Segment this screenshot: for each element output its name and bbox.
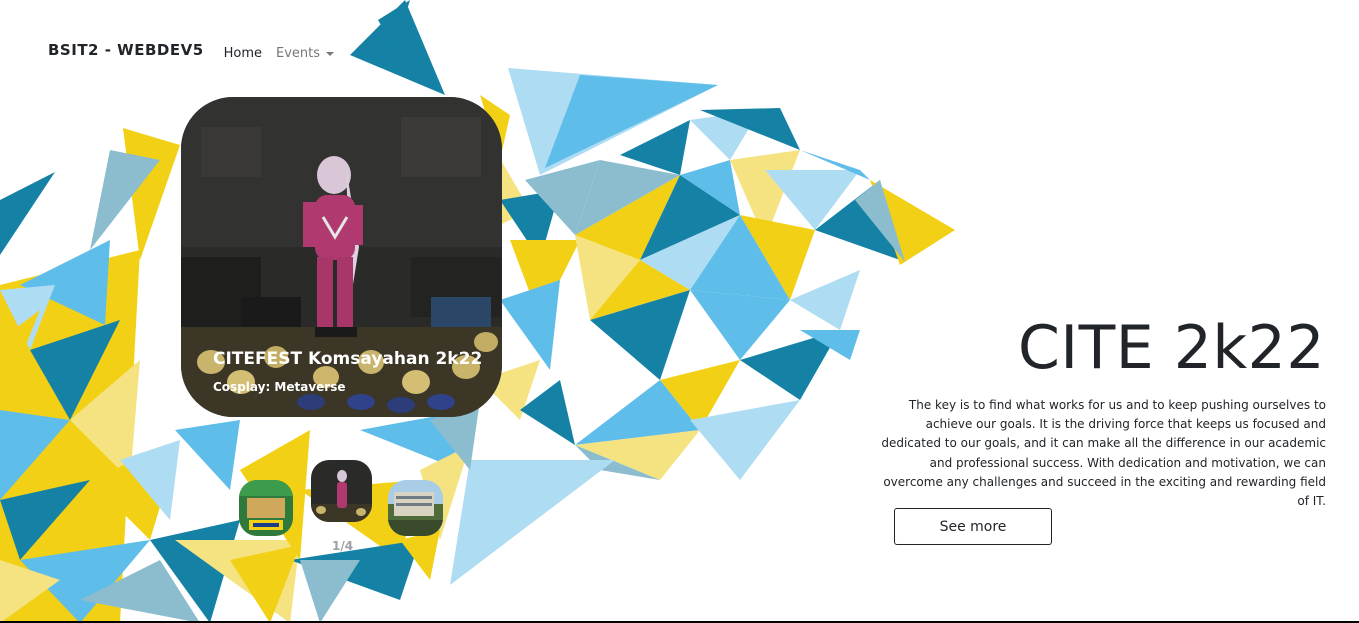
caret-down-icon (326, 51, 335, 56)
navbar-brand[interactable]: BSIT2 - WEBDEV5 (48, 41, 204, 59)
cosplay-photo (181, 97, 502, 417)
cosplay-photo-icon (311, 460, 372, 522)
carousel-active-slide[interactable]: CITEFEST Komsayahan 2k22 Cosplay: Metave… (181, 97, 502, 417)
nav-link-events[interactable]: Events (276, 46, 335, 61)
carousel-thumbnail-champions[interactable] (239, 480, 293, 536)
slide-subtitle: Cosplay: Metaverse (213, 380, 346, 394)
slide-title: CITEFEST Komsayahan 2k22 (213, 349, 483, 369)
hero-title: CITE 2k22 (1018, 313, 1325, 383)
nav-link-home[interactable]: Home (224, 46, 262, 61)
carousel-thumbnail-campus[interactable] (388, 480, 443, 536)
champions-photo-icon (239, 480, 293, 536)
carousel-counter: 1/4 (332, 539, 354, 553)
top-navbar: BSIT2 - WEBDEV5 Home Events (48, 38, 348, 68)
see-more-button[interactable]: See more (894, 508, 1052, 545)
hero-description: The key is to find what works for us and… (881, 398, 1326, 509)
nav-link-events-label: Events (276, 46, 321, 61)
campus-building-photo-icon (388, 480, 443, 536)
carousel-thumbnail-cosplay[interactable] (311, 460, 372, 522)
